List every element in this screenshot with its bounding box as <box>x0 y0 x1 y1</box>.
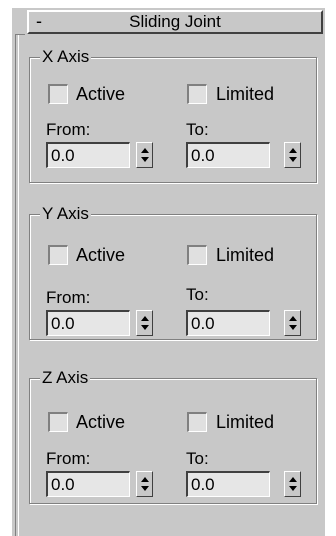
z-active-label[interactable]: Active <box>76 411 125 433</box>
z-from-spinner[interactable] <box>136 471 153 497</box>
z-from-label: From: <box>46 449 91 468</box>
spinner-down-icon[interactable] <box>140 325 149 330</box>
z-axis-legend: Z Axis <box>40 367 91 389</box>
spinner-up-icon[interactable] <box>288 316 297 321</box>
y-active-label[interactable]: Active <box>76 244 125 266</box>
spinner-up-icon[interactable] <box>288 148 297 153</box>
rollout-edge-top <box>15 34 25 35</box>
z-axis-group: Z Axis Active Limited From: To: <box>29 367 317 504</box>
y-to-input[interactable] <box>186 310 270 336</box>
spinner-up-icon[interactable] <box>140 316 149 321</box>
x-to-spinner[interactable] <box>284 142 301 168</box>
x-active-label[interactable]: Active <box>76 83 125 105</box>
y-axis-group: Y Axis Active Limited From: To: <box>29 203 317 340</box>
rollout-edge <box>15 34 19 536</box>
y-active-checkbox[interactable] <box>48 245 68 265</box>
spinner-down-icon[interactable] <box>288 157 297 162</box>
x-limited-label[interactable]: Limited <box>216 83 274 105</box>
rollout-title: Sliding Joint <box>129 12 221 31</box>
y-limited-label[interactable]: Limited <box>216 244 274 266</box>
x-to-label: To: <box>186 120 209 139</box>
y-from-label: From: <box>46 288 91 307</box>
spinner-down-icon[interactable] <box>140 486 149 491</box>
z-from-input[interactable] <box>46 471 130 497</box>
x-active-checkbox[interactable] <box>48 84 68 104</box>
x-from-input[interactable] <box>46 142 130 168</box>
z-limited-label[interactable]: Limited <box>216 411 274 433</box>
spinner-up-icon[interactable] <box>288 477 297 482</box>
z-to-spinner[interactable] <box>284 471 301 497</box>
spinner-up-icon[interactable] <box>140 477 149 482</box>
x-from-label: From: <box>46 120 91 139</box>
y-from-input[interactable] <box>46 310 130 336</box>
z-to-input[interactable] <box>186 471 270 497</box>
y-axis-legend: Y Axis <box>40 203 91 225</box>
sliding-joint-panel: - Sliding Joint X Axis Active Limited Fr… <box>12 8 325 536</box>
z-active-checkbox[interactable] <box>48 412 68 432</box>
rollout-header[interactable]: - Sliding Joint <box>27 10 323 34</box>
spinner-down-icon[interactable] <box>288 486 297 491</box>
z-limited-checkbox[interactable] <box>187 412 207 432</box>
y-to-spinner[interactable] <box>284 310 301 336</box>
y-limited-checkbox[interactable] <box>187 245 207 265</box>
x-limited-checkbox[interactable] <box>187 84 207 104</box>
spinner-up-icon[interactable] <box>140 148 149 153</box>
x-to-input[interactable] <box>186 142 270 168</box>
spinner-down-icon[interactable] <box>140 157 149 162</box>
x-axis-legend: X Axis <box>40 46 92 68</box>
x-from-spinner[interactable] <box>136 142 153 168</box>
y-from-spinner[interactable] <box>136 310 153 336</box>
x-axis-group: X Axis Active Limited From: To: <box>29 46 317 183</box>
y-to-label: To: <box>186 285 209 304</box>
spinner-down-icon[interactable] <box>288 325 297 330</box>
z-to-label: To: <box>186 449 209 468</box>
